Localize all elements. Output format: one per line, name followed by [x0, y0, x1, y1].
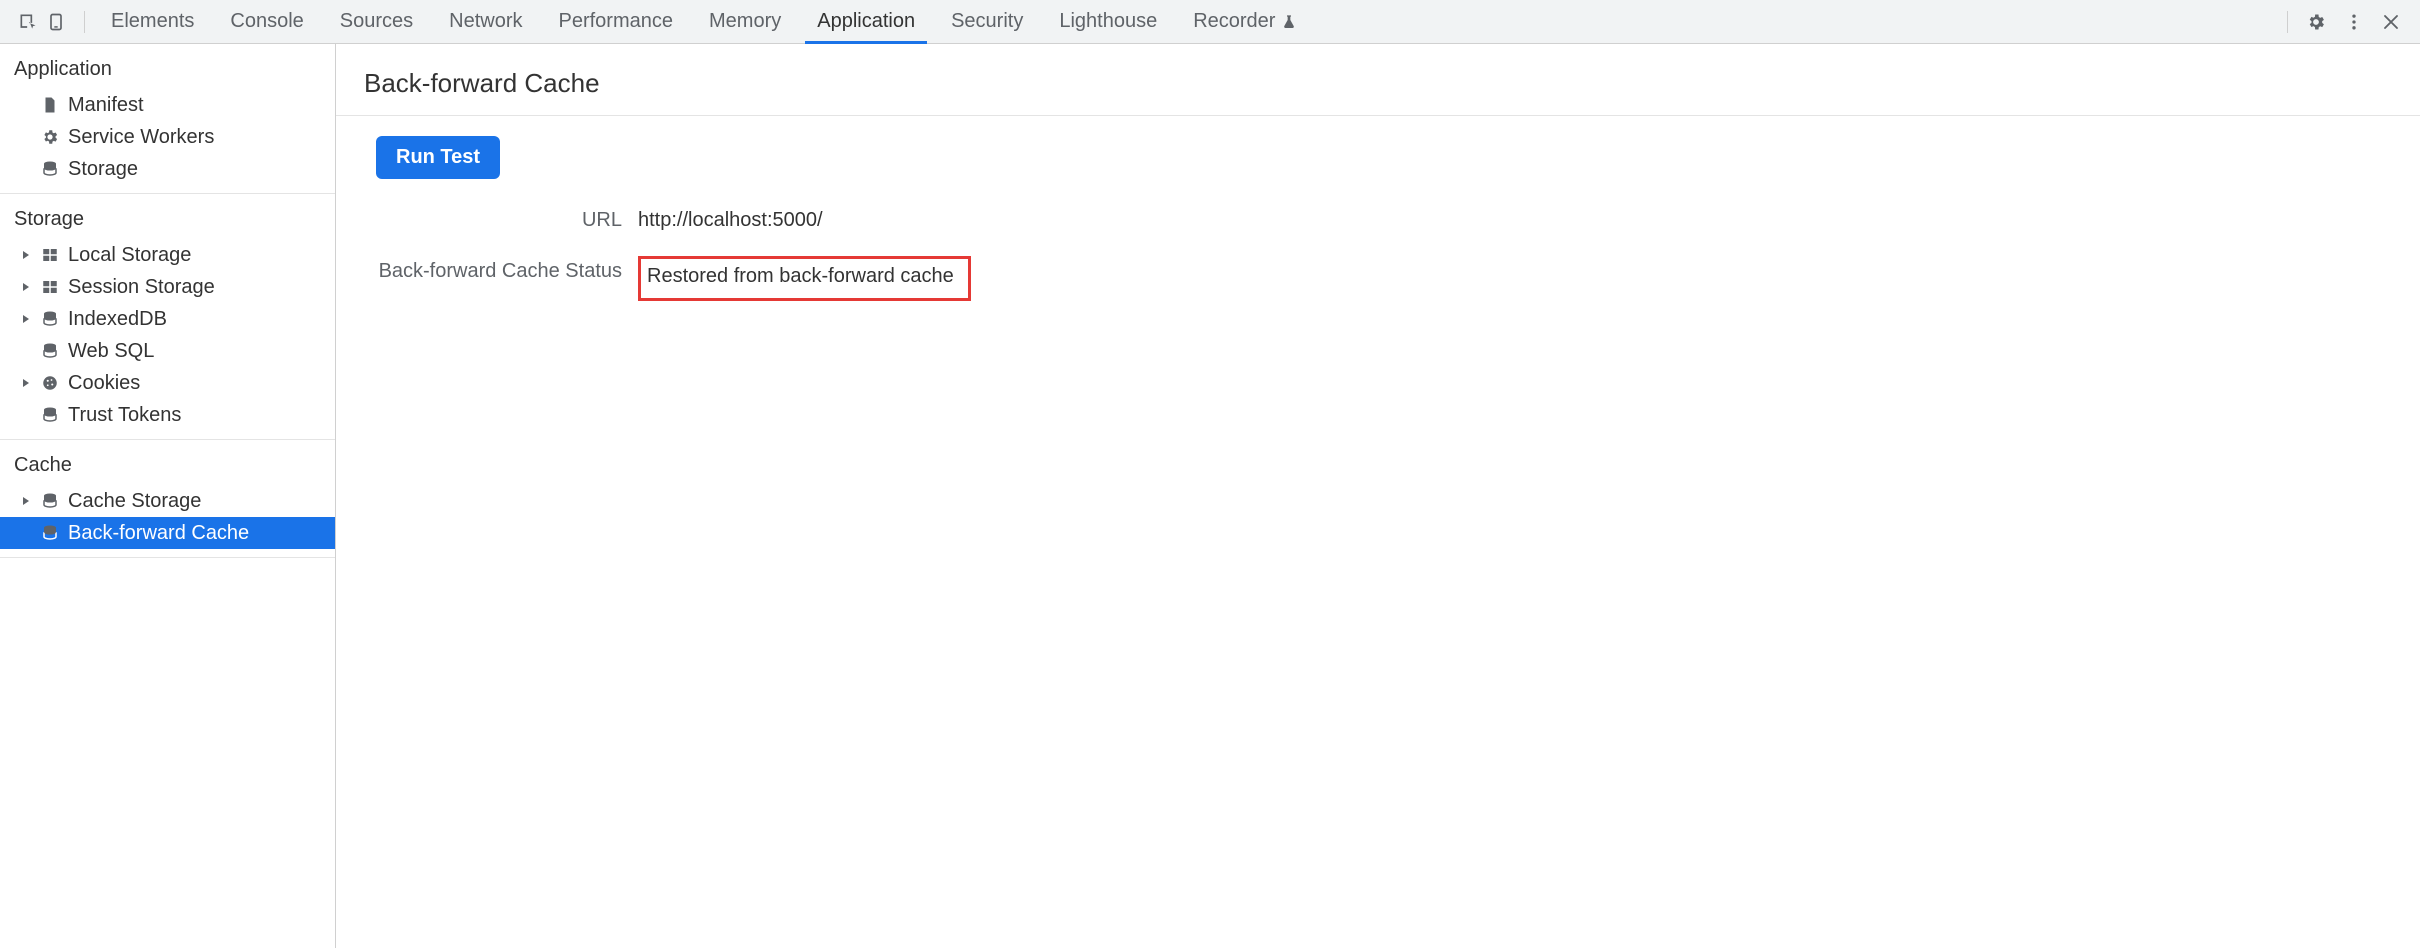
settings-icon[interactable]	[2306, 12, 2326, 32]
url-value: http://localhost:5000/	[638, 205, 971, 232]
cookie-icon	[40, 373, 60, 393]
toolbar-right-icons	[2275, 11, 2412, 33]
sidebar-section-title: Storage	[0, 194, 335, 239]
tab-elements[interactable]: Elements	[93, 0, 212, 43]
sidebar-section-title: Application	[0, 44, 335, 89]
expand-arrow-icon[interactable]	[20, 377, 32, 389]
sidebar-item-trust-tokens[interactable]: Trust Tokens	[0, 399, 335, 431]
status-label: Back-forward Cache Status	[376, 256, 622, 283]
tab-network[interactable]: Network	[431, 0, 540, 43]
tab-security[interactable]: Security	[933, 0, 1041, 43]
sidebar-item-manifest[interactable]: Manifest	[0, 89, 335, 121]
url-label: URL	[376, 205, 622, 232]
sidebar-item-label: Service Workers	[68, 126, 214, 149]
application-sidebar: Application Manifest Service Workers Storag…	[0, 44, 336, 948]
tab-label: Security	[951, 10, 1023, 33]
sidebar-item-cookies[interactable]: Cookies	[0, 367, 335, 399]
device-toggle-icon[interactable]	[46, 12, 66, 32]
sidebar-item-back-forward-cache[interactable]: Back-forward Cache	[0, 517, 335, 549]
sidebar-item-session-storage[interactable]: Session Storage	[0, 271, 335, 303]
status-value: Restored from back-forward cache	[647, 265, 954, 287]
close-icon[interactable]	[2382, 13, 2400, 31]
tab-application[interactable]: Application	[799, 0, 933, 43]
tab-performance[interactable]: Performance	[541, 0, 692, 43]
panel-tabs: Elements Console Sources Network Performance…	[93, 0, 1315, 43]
expand-arrow-icon[interactable]	[20, 249, 32, 261]
sidebar-item-label: Cache Storage	[68, 490, 201, 513]
more-icon[interactable]	[2344, 12, 2364, 32]
tab-sources[interactable]: Sources	[322, 0, 431, 43]
sidebar-item-label: Web SQL	[68, 340, 154, 363]
sidebar-item-storage[interactable]: Storage	[0, 153, 335, 185]
database-icon	[40, 491, 60, 511]
table-icon	[40, 245, 60, 265]
sidebar-item-label: Local Storage	[68, 244, 191, 267]
database-icon	[40, 523, 60, 543]
run-test-button[interactable]: Run Test	[376, 136, 500, 179]
tab-label: Network	[449, 10, 522, 33]
status-highlight-box: Restored from back-forward cache	[638, 256, 971, 301]
tab-recorder[interactable]: Recorder	[1175, 0, 1315, 43]
sidebar-item-label: Storage	[68, 158, 138, 181]
main-content: Back-forward Cache Run Test URL http://l…	[336, 44, 2420, 948]
table-icon	[40, 277, 60, 297]
sidebar-section-title: Cache	[0, 440, 335, 485]
document-icon	[40, 95, 60, 115]
database-icon	[40, 159, 60, 179]
expand-arrow-icon[interactable]	[20, 281, 32, 293]
page-title: Back-forward Cache	[336, 44, 2420, 116]
tab-label: Elements	[111, 10, 194, 33]
inspect-icon[interactable]	[18, 12, 38, 32]
gear-icon	[40, 127, 60, 147]
tab-label: Memory	[709, 10, 781, 33]
database-icon	[40, 341, 60, 361]
tab-label: Recorder	[1193, 10, 1275, 33]
tab-console[interactable]: Console	[212, 0, 321, 43]
tab-lighthouse[interactable]: Lighthouse	[1041, 0, 1175, 43]
tab-memory[interactable]: Memory	[691, 0, 799, 43]
sidebar-item-label: Cookies	[68, 372, 140, 395]
tab-label: Performance	[559, 10, 674, 33]
sidebar-item-web-sql[interactable]: Web SQL	[0, 335, 335, 367]
tab-label: Console	[230, 10, 303, 33]
sidebar-item-label: Session Storage	[68, 276, 215, 299]
sidebar-item-local-storage[interactable]: Local Storage	[0, 239, 335, 271]
devtools-toolbar: Elements Console Sources Network Performance…	[0, 0, 2420, 44]
tab-label: Application	[817, 10, 915, 33]
sidebar-item-label: Trust Tokens	[68, 404, 181, 427]
expand-arrow-icon[interactable]	[20, 495, 32, 507]
toolbar-left-icons	[8, 12, 76, 32]
database-icon	[40, 309, 60, 329]
sidebar-item-label: IndexedDB	[68, 308, 167, 331]
sidebar-item-label: Manifest	[68, 94, 144, 117]
sidebar-item-service-workers[interactable]: Service Workers	[0, 121, 335, 153]
toolbar-divider	[2287, 11, 2288, 33]
sidebar-item-cache-storage[interactable]: Cache Storage	[0, 485, 335, 517]
sidebar-item-label: Back-forward Cache	[68, 522, 249, 545]
expand-arrow-icon[interactable]	[20, 313, 32, 325]
sidebar-item-indexeddb[interactable]: IndexedDB	[0, 303, 335, 335]
tab-label: Sources	[340, 10, 413, 33]
tab-label: Lighthouse	[1059, 10, 1157, 33]
database-icon	[40, 405, 60, 425]
toolbar-divider	[84, 11, 85, 33]
flask-icon	[1281, 14, 1297, 30]
